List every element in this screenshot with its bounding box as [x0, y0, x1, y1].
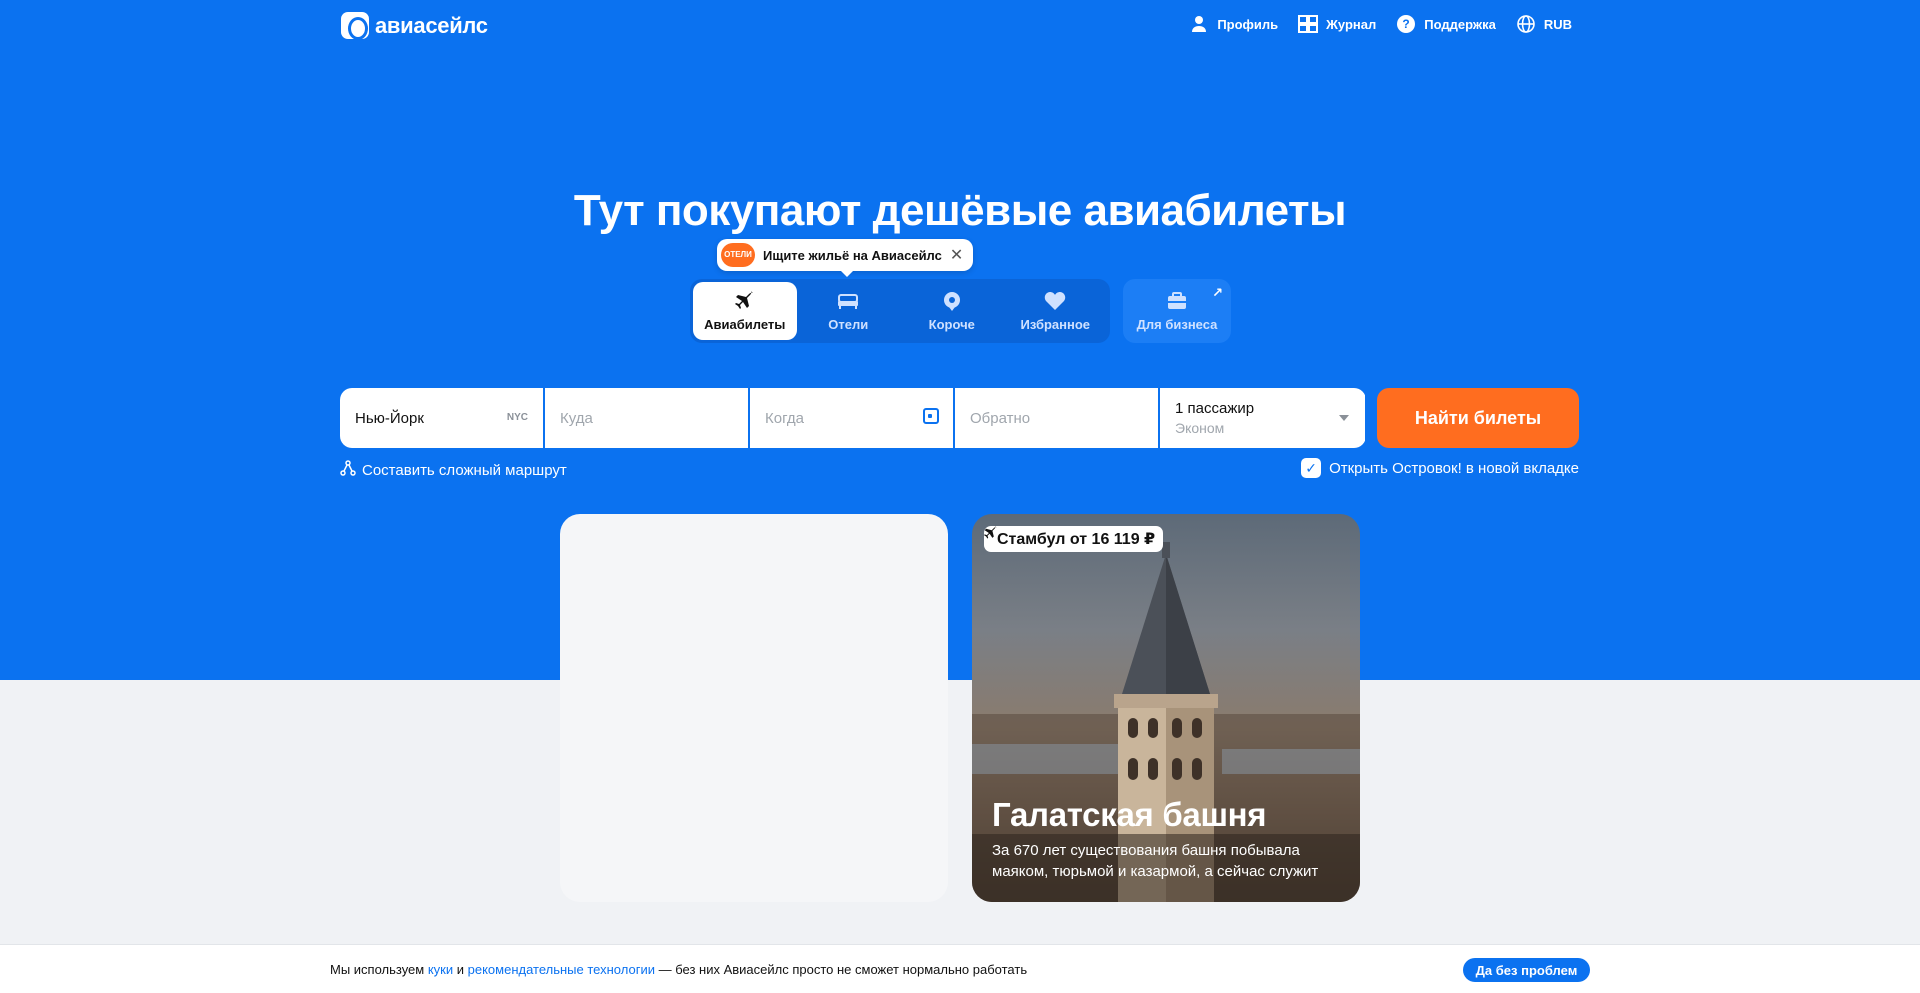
tooltip-text: Ищите жильё на Авиасейлс — [763, 247, 942, 263]
price-text: Стамбул от 16 119 ₽ — [997, 531, 1156, 548]
recommendation-tech-link[interactable]: рекомендательные технологии — [468, 962, 655, 977]
plane-icon — [734, 290, 755, 311]
cabin-class: Эконом — [1175, 420, 1225, 436]
search-form: Нью-Йорк NYC Куда Когда Обратно 1 пассаж… — [340, 388, 1366, 448]
tab-hotels-label: Отели — [828, 316, 869, 332]
cookie-text-end: — без них Авиасейлс просто не сможет нор… — [654, 962, 1028, 977]
calendar-icon[interactable] — [923, 408, 939, 424]
top-nav: Профиль Журнал ? Поддержка RUB — [1189, 14, 1572, 34]
card-description: За 670 лет существования башня побывала … — [992, 842, 1319, 880]
open-new-tab-option: ✓ Открыть Островок! в новой вкладке — [1301, 458, 1579, 478]
promo-card-placeholder — [560, 514, 948, 902]
origin-code: NYC — [506, 412, 528, 423]
logo[interactable]: авиасейлс — [341, 12, 488, 40]
cookie-text-start: Мы используем — [330, 962, 428, 977]
nav-support[interactable]: ? Поддержка — [1396, 14, 1496, 34]
svg-text:?: ? — [1403, 17, 1410, 31]
tab-short-label: Короче — [928, 316, 975, 332]
tab-flights[interactable]: Авиабилеты — [693, 282, 797, 340]
logo-text: авиасейлс — [375, 12, 488, 38]
tab-flights-label: Авиабилеты — [704, 316, 786, 332]
route-icon — [340, 460, 356, 480]
destination-placeholder: Куда — [560, 409, 593, 427]
page-title: Тут покупают дешёвые авиабилеты — [573, 186, 1347, 235]
journal-icon — [1298, 14, 1319, 34]
return-date-placeholder: Обратно — [970, 409, 1031, 427]
destination-card[interactable]: Стамбул от 16 119 ₽ Галатская башня За 6… — [972, 514, 1360, 902]
logo-icon — [341, 12, 369, 40]
cookie-accept-button[interactable]: Да без проблем — [1463, 958, 1590, 982]
nav-currency-label: RUB — [1543, 16, 1572, 32]
nav-journal[interactable]: Журнал — [1298, 14, 1376, 34]
card-title: Галатская башня — [992, 796, 1267, 833]
origin-field[interactable]: Нью-Йорк NYC — [340, 388, 543, 448]
passengers-count: 1 пассажир — [1175, 400, 1255, 417]
nav-currency[interactable]: RUB — [1516, 14, 1572, 34]
nav-journal-label: Журнал — [1326, 16, 1377, 32]
tab-favorites[interactable]: Избранное — [1004, 282, 1108, 340]
tab-hotels[interactable]: Отели — [797, 282, 901, 340]
tab-business-label: Для бизнеса — [1136, 316, 1218, 332]
close-icon[interactable]: ✕ — [950, 245, 963, 265]
hotels-badge-icon: ОТЕЛИ — [721, 243, 755, 267]
origin-value: Нью-Йорк — [355, 409, 424, 427]
bed-icon — [837, 291, 859, 311]
cookie-text-and: и — [453, 962, 468, 977]
tab-short[interactable]: Короче — [900, 282, 1004, 340]
open-new-tab-label: Открыть Островок! в новой вкладке — [1329, 459, 1579, 477]
nav-profile[interactable]: Профиль — [1189, 14, 1278, 34]
heart-icon — [1044, 291, 1066, 311]
cookie-banner: Мы используем куки и рекомендательные те… — [0, 944, 1920, 993]
hotels-tooltip[interactable]: ОТЕЛИ Ищите жильё на Авиасейлс ✕ — [717, 239, 974, 277]
help-icon: ? — [1396, 14, 1416, 34]
open-new-tab-checkbox[interactable]: ✓ — [1301, 458, 1322, 478]
nav-support-label: Поддержка — [1424, 16, 1496, 32]
cookie-link[interactable]: куки — [428, 962, 453, 977]
complex-route-label: Составить сложный маршрут — [362, 461, 567, 479]
globe-icon — [1516, 14, 1536, 34]
return-date-field[interactable]: Обратно — [955, 388, 1158, 448]
tab-business[interactable]: ↗ Для бизнеса — [1123, 279, 1231, 343]
passengers-select[interactable]: 1 пассажир Эконом — [1160, 388, 1365, 448]
service-tabs: Авиабилеты Отели Короче Избранное ↗ Для … — [690, 279, 1231, 343]
departure-date-field[interactable]: Когда — [750, 388, 953, 448]
nav-profile-label: Профиль — [1217, 16, 1279, 32]
external-link-icon: ↗ — [1212, 285, 1223, 300]
find-tickets-button[interactable]: Найти билеты — [1377, 388, 1579, 448]
departure-date-placeholder: Когда — [765, 409, 804, 427]
price-badge: Стамбул от 16 119 ₽ — [984, 526, 1164, 552]
destination-field[interactable]: Куда — [545, 388, 748, 448]
complex-route-link[interactable]: Составить сложный маршрут — [340, 460, 567, 480]
cookie-text: Мы используем куки и рекомендательные те… — [330, 962, 1027, 977]
person-icon — [1189, 14, 1209, 34]
briefcase-icon — [1167, 291, 1187, 311]
pin-icon — [942, 291, 962, 311]
chevron-down-icon — [1339, 415, 1349, 421]
tab-favorites-label: Избранное — [1020, 316, 1091, 332]
